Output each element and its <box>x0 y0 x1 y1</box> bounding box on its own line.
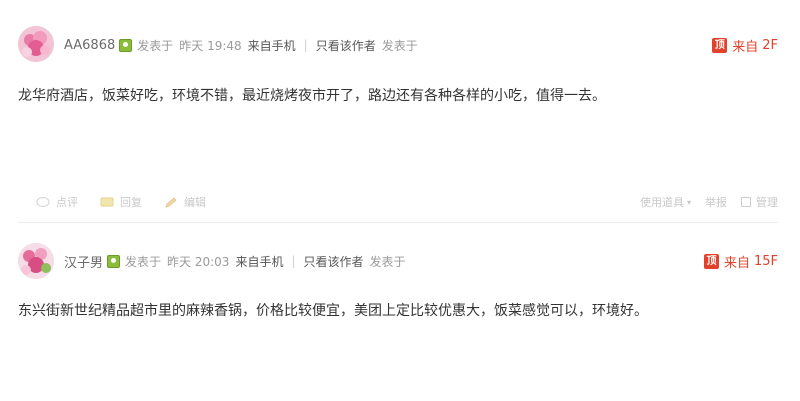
avatar[interactable] <box>18 243 54 279</box>
floor-prefix: 来自 <box>723 256 750 271</box>
posted-label: 发表于 <box>125 254 162 269</box>
separator: | <box>291 254 296 268</box>
floor-icon: 顶 <box>703 254 719 269</box>
post-time: 昨天 20:03 <box>167 254 230 269</box>
user-badge-icon <box>107 254 121 268</box>
posted-label-2: 发表于 <box>369 254 406 269</box>
post-meta: 汉子男 发表于 昨天 20:03 来自手机 | 只看该作者 发表于 <box>64 251 406 271</box>
floor-number: 15F <box>753 254 778 269</box>
post-2: 汉子男 发表于 昨天 20:03 来自手机 | 只看该作者 发表于 顶 来自 1… <box>0 0 800 401</box>
only-author-link[interactable]: 只看该作者 <box>304 253 364 270</box>
username[interactable]: 汉子男 <box>64 252 103 271</box>
floor-indicator[interactable]: 顶 来自 15F <box>703 252 778 271</box>
post-source: 来自手机 <box>235 254 284 269</box>
post-content: 东兴街新世纪精品超市里的麻辣香锅，价格比较便宜，美团上定比较优惠大，饭菜感觉可以… <box>18 303 648 319</box>
